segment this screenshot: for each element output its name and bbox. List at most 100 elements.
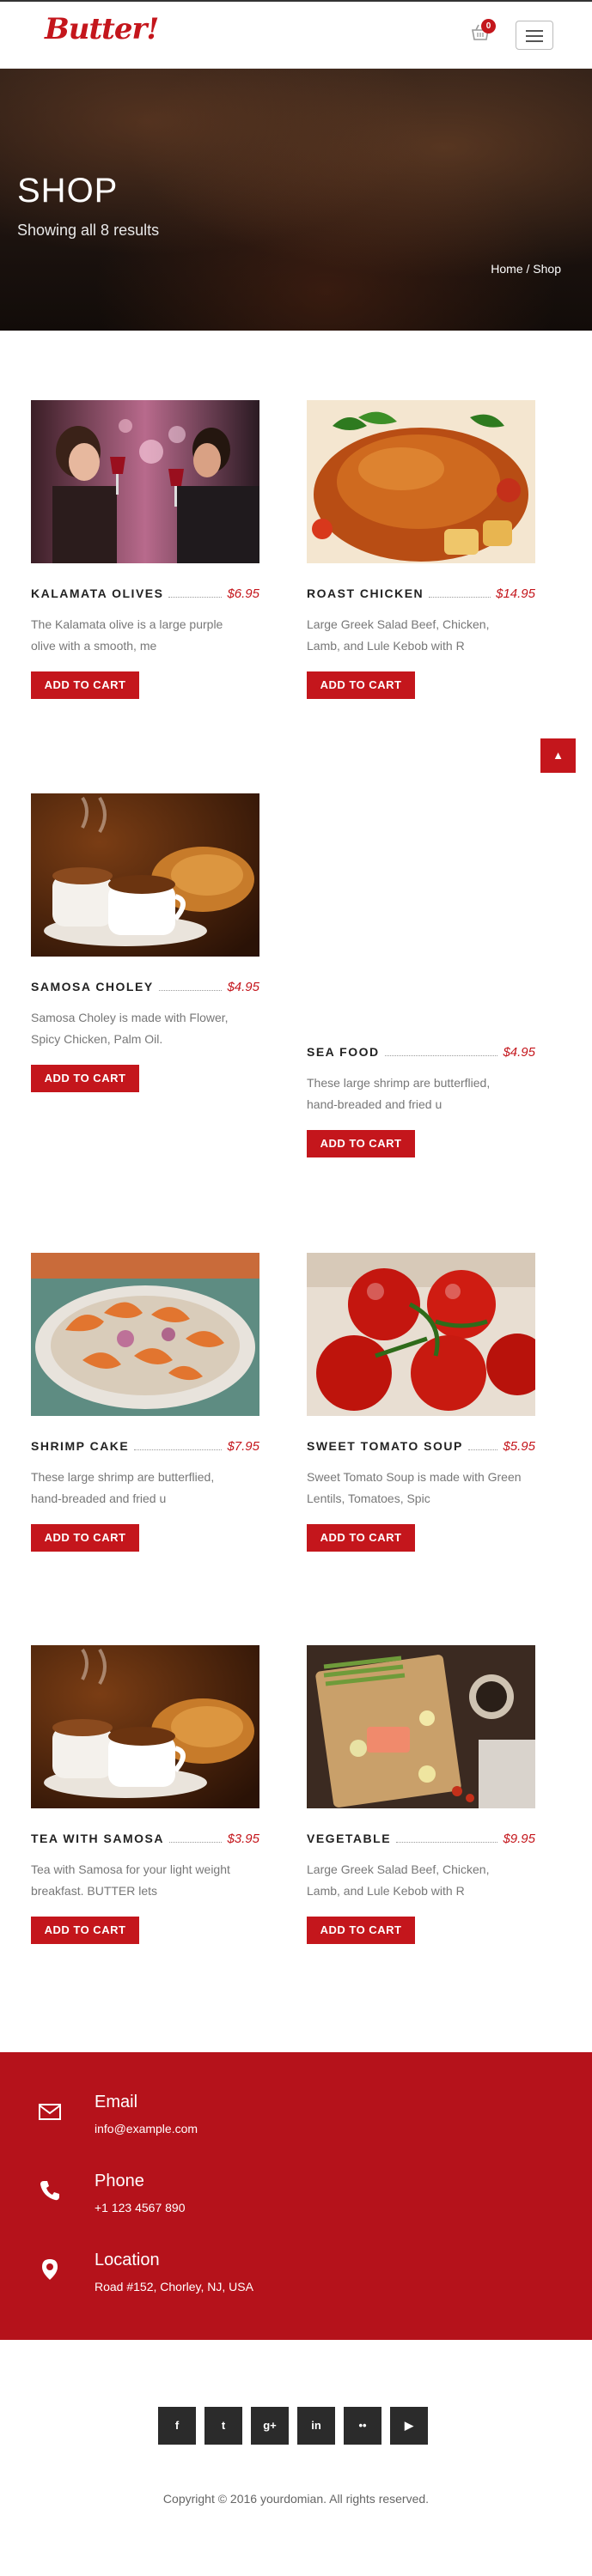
product-name[interactable]: VEGETABLE bbox=[307, 1832, 391, 1845]
product-heading: KALAMATA OLIVES $6.95 bbox=[31, 586, 259, 604]
dotted-leader bbox=[384, 1046, 498, 1056]
product-image[interactable] bbox=[31, 400, 259, 563]
contact-title: Phone bbox=[95, 2172, 144, 2190]
product-name[interactable]: SAMOSA CHOLEY bbox=[31, 980, 154, 993]
dotted-leader bbox=[134, 1440, 223, 1450]
product-image[interactable] bbox=[307, 1253, 535, 1416]
product-name[interactable]: ROAST CHICKEN bbox=[307, 586, 424, 600]
site-header: Butter! 0 bbox=[0, 0, 592, 69]
breadcrumb-separator: / bbox=[522, 262, 534, 276]
product-card: SHRIMP CAKE $7.95 These large shrimp are… bbox=[31, 1253, 259, 1552]
contact-email-value[interactable]: info@example.com bbox=[95, 2122, 198, 2136]
product-price: $3.95 bbox=[227, 1832, 259, 1846]
add-to-cart-button[interactable]: ADD TO CART bbox=[307, 671, 415, 699]
product-description: Large Greek Salad Beef, Chicken, Lamb, a… bbox=[307, 617, 490, 653]
menu-toggle-button[interactable] bbox=[516, 21, 553, 50]
roast-chicken-photo bbox=[307, 400, 535, 563]
add-to-cart-button[interactable]: ADD TO CART bbox=[307, 1917, 415, 1944]
site-footer: f t g+ in •• ▶ Copyright © 2016 yourdomi… bbox=[0, 2340, 592, 2576]
product-description: Large Greek Salad Beef, Chicken, Lamb, a… bbox=[307, 1862, 490, 1898]
add-to-cart-button[interactable]: ADD TO CART bbox=[31, 1065, 139, 1092]
product-heading: SAMOSA CHOLEY $4.95 bbox=[31, 980, 259, 997]
product-description: The Kalamata olive is a large purple oli… bbox=[31, 617, 223, 653]
add-to-cart-button[interactable]: ADD TO CART bbox=[307, 1130, 415, 1157]
product-description: These large shrimp are butterflied, hand… bbox=[307, 1076, 491, 1111]
hamburger-icon-line bbox=[526, 40, 543, 42]
product-description: Sweet Tomato Soup is made with Green Len… bbox=[307, 1470, 522, 1505]
product-image[interactable] bbox=[307, 400, 535, 563]
youtube-icon[interactable]: ▶ bbox=[390, 2407, 428, 2445]
product-name[interactable]: SEA FOOD bbox=[307, 1045, 380, 1059]
envelope-icon bbox=[39, 2104, 61, 2120]
add-to-cart-button[interactable]: ADD TO CART bbox=[31, 671, 139, 699]
cart-count-badge: 0 bbox=[481, 19, 496, 33]
breadcrumb: Home / Shop bbox=[491, 262, 561, 276]
product-card: SEA FOOD $4.95 These large shrimp are bu… bbox=[307, 1045, 535, 1157]
dotted-leader bbox=[168, 1832, 223, 1843]
product-name[interactable]: TEA WITH SAMOSA bbox=[31, 1832, 164, 1845]
product-description: These large shrimp are butterflied, hand… bbox=[31, 1470, 215, 1505]
add-to-cart-button[interactable]: ADD TO CART bbox=[31, 1524, 139, 1552]
product-price: $4.95 bbox=[227, 980, 259, 994]
product-heading: SWEET TOMATO SOUP $5.95 bbox=[307, 1439, 535, 1456]
coffee-croissant-photo bbox=[31, 1645, 259, 1808]
product-heading: SEA FOOD $4.95 bbox=[307, 1045, 535, 1062]
hamburger-icon bbox=[526, 30, 543, 32]
map-marker-icon bbox=[42, 2259, 58, 2280]
dotted-leader bbox=[429, 587, 491, 598]
twitter-icon[interactable]: t bbox=[204, 2407, 242, 2445]
product-image[interactable] bbox=[31, 1645, 259, 1808]
hamburger-icon-line bbox=[526, 35, 543, 37]
scroll-to-top-button[interactable]: ▲ bbox=[540, 738, 576, 773]
contact-phone: Phone +1 123 4567 890 bbox=[0, 2172, 592, 2232]
product-heading: ROAST CHICKEN $14.95 bbox=[307, 586, 535, 604]
contact-phone-value[interactable]: +1 123 4567 890 bbox=[95, 2201, 186, 2215]
facebook-icon[interactable]: f bbox=[158, 2407, 196, 2445]
product-heading: SHRIMP CAKE $7.95 bbox=[31, 1439, 259, 1456]
dotted-leader bbox=[168, 587, 223, 598]
breadcrumb-current: Shop bbox=[533, 262, 561, 276]
social-links: f t g+ in •• ▶ bbox=[158, 2407, 428, 2445]
contact-location-value: Road #152, Chorley, NJ, USA bbox=[95, 2280, 253, 2293]
product-image[interactable] bbox=[31, 1253, 259, 1416]
product-price: $7.95 bbox=[227, 1439, 259, 1454]
product-card: SAMOSA CHOLEY $4.95 Samosa Choley is mad… bbox=[31, 793, 259, 1092]
add-to-cart-button[interactable]: ADD TO CART bbox=[307, 1524, 415, 1552]
product-description: Samosa Choley is made with Flower, Spicy… bbox=[31, 1011, 229, 1046]
results-count: Showing all 8 results bbox=[17, 222, 160, 239]
copyright-text: Copyright © 2016 yourdomian. All rights … bbox=[162, 2492, 430, 2506]
product-image[interactable] bbox=[31, 793, 259, 957]
contact-location: Location Road #152, Chorley, NJ, USA bbox=[0, 2251, 592, 2311]
product-price: $14.95 bbox=[496, 586, 535, 601]
add-to-cart-button[interactable]: ADD TO CART bbox=[31, 1917, 139, 1944]
vegetable-board-photo bbox=[307, 1645, 535, 1808]
flickr-icon[interactable]: •• bbox=[344, 2407, 381, 2445]
coffee-croissant-photo bbox=[31, 793, 259, 957]
product-name[interactable]: SHRIMP CAKE bbox=[31, 1439, 129, 1453]
product-image[interactable] bbox=[307, 1645, 535, 1808]
product-card: KALAMATA OLIVES $6.95 The Kalamata olive… bbox=[31, 400, 259, 699]
product-card: SWEET TOMATO SOUP $5.95 Sweet Tomato Sou… bbox=[307, 1253, 535, 1552]
dotted-leader bbox=[158, 981, 223, 991]
couple-wine-photo bbox=[31, 400, 259, 563]
product-card: TEA WITH SAMOSA $3.95 Tea with Samosa fo… bbox=[31, 1645, 259, 1944]
cart-button[interactable]: 0 bbox=[471, 19, 496, 45]
product-price: $9.95 bbox=[503, 1832, 535, 1846]
linkedin-icon[interactable]: in bbox=[297, 2407, 335, 2445]
logo[interactable]: Butter! bbox=[45, 12, 159, 46]
google-plus-icon[interactable]: g+ bbox=[251, 2407, 289, 2445]
chevron-up-icon: ▲ bbox=[552, 749, 564, 762]
shrimp-plate-photo bbox=[31, 1253, 259, 1416]
product-name[interactable]: KALAMATA OLIVES bbox=[31, 586, 163, 600]
product-card: ROAST CHICKEN $14.95 Large Greek Salad B… bbox=[307, 400, 535, 699]
tomatoes-photo bbox=[307, 1253, 535, 1416]
contact-email: Email info@example.com bbox=[0, 2093, 592, 2153]
contact-title: Email bbox=[95, 2093, 138, 2111]
page-hero: SHOP Showing all 8 results Home / Shop bbox=[0, 69, 592, 331]
dotted-leader bbox=[467, 1440, 498, 1450]
product-heading: VEGETABLE $9.95 bbox=[307, 1832, 535, 1849]
contact-title: Location bbox=[95, 2251, 160, 2269]
product-name[interactable]: SWEET TOMATO SOUP bbox=[307, 1439, 463, 1453]
page-title: SHOP bbox=[17, 172, 119, 210]
breadcrumb-home-link[interactable]: Home bbox=[491, 262, 522, 276]
